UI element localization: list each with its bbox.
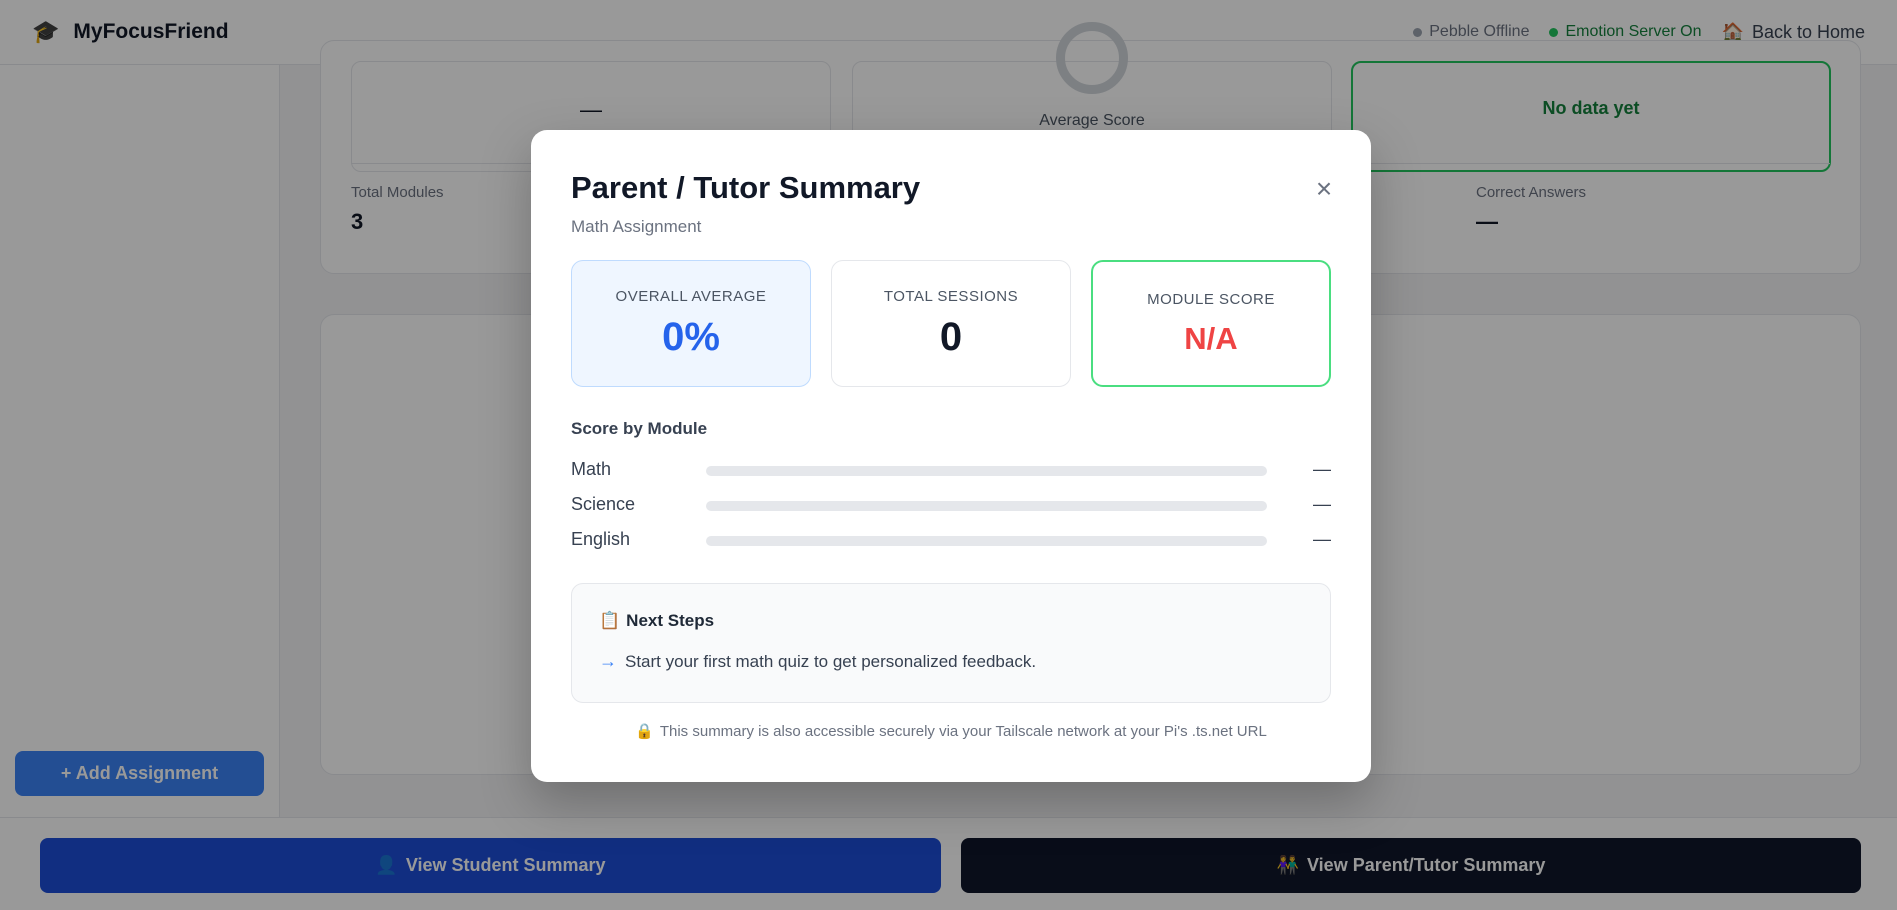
module-row-english: English — bbox=[571, 529, 1331, 553]
arrow-right-icon: → bbox=[599, 651, 617, 671]
card-label: OVERALL AVERAGE bbox=[615, 288, 767, 305]
module-score: — bbox=[1313, 494, 1331, 514]
clipboard-icon: 📋 bbox=[599, 611, 621, 630]
next-steps-heading: 📋 Next Steps bbox=[599, 611, 714, 631]
module-name: Science bbox=[571, 494, 636, 514]
card-label: MODULE SCORE bbox=[1147, 291, 1275, 308]
module-progress-bar bbox=[706, 466, 1267, 476]
card-value: 0 bbox=[939, 315, 963, 359]
card-value: 0% bbox=[662, 315, 720, 359]
modal-subtitle: Math Assignment bbox=[571, 217, 702, 236]
module-row-math: Math — bbox=[571, 459, 1331, 483]
score-by-module-title: Score by Module bbox=[571, 419, 708, 438]
next-step-item: → Start your first math quiz to get pers… bbox=[599, 651, 1036, 672]
module-name: English bbox=[571, 529, 631, 549]
module-score: — bbox=[1313, 529, 1331, 549]
total-sessions-card: TOTAL SESSIONS 0 bbox=[831, 260, 1071, 387]
module-score-card: MODULE SCORE N/A bbox=[1091, 260, 1331, 387]
overall-average-card: OVERALL AVERAGE 0% bbox=[571, 260, 811, 387]
footer-note: 🔒 This summary is also accessible secure… bbox=[531, 722, 1371, 741]
module-progress-bar bbox=[706, 536, 1267, 546]
card-label: TOTAL SESSIONS bbox=[883, 288, 1019, 305]
module-score: — bbox=[1313, 459, 1331, 479]
next-steps-title: Next Steps bbox=[626, 611, 715, 630]
next-step-text: Start your first math quiz to get person… bbox=[625, 651, 1037, 671]
parent-summary-modal: Parent / Tutor Summary Math Assignment ×… bbox=[531, 130, 1371, 782]
close-icon[interactable]: × bbox=[1309, 174, 1339, 204]
footer-text: This summary is also accessible securely… bbox=[659, 722, 1267, 740]
lock-icon: 🔒 bbox=[635, 723, 654, 740]
module-name: Math bbox=[571, 459, 612, 479]
next-steps-box: 📋 Next Steps → Start your first math qui… bbox=[571, 583, 1331, 703]
module-row-science: Science — bbox=[571, 494, 1331, 518]
module-progress-bar bbox=[706, 501, 1267, 511]
modal-title: Parent / Tutor Summary bbox=[571, 170, 921, 205]
card-value: N/A bbox=[1184, 321, 1238, 356]
